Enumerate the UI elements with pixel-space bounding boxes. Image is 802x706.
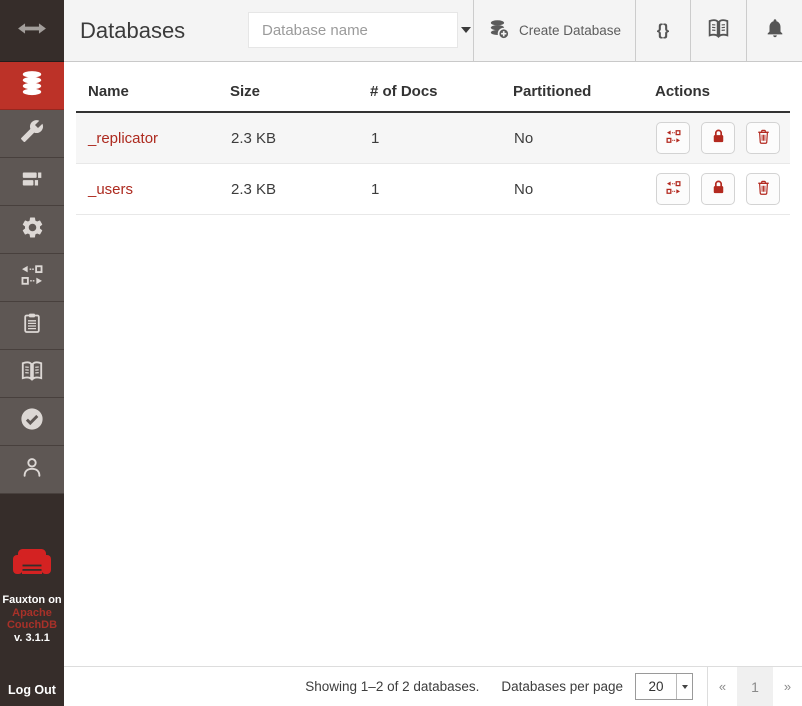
- per-page-value: 20: [636, 674, 676, 699]
- brand-text-apache: Apache: [0, 607, 64, 620]
- sidebar-item-verify[interactable]: [0, 398, 64, 446]
- set-permissions-button[interactable]: [701, 122, 735, 154]
- main-content: Name Size # of Docs Partitioned Actions …: [64, 62, 802, 666]
- table-row: _replicator 2.3 KB 1 No: [76, 112, 790, 164]
- create-database-button[interactable]: Create Database: [473, 0, 635, 61]
- set-permissions-button[interactable]: [701, 173, 735, 205]
- replicate-icon: [665, 179, 682, 199]
- per-page-label: Databases per page: [501, 679, 623, 694]
- db-name-cell: _users: [76, 164, 230, 215]
- sidebar-item-active-tasks-list[interactable]: [0, 302, 64, 350]
- page-footer: Showing 1–2 of 2 databases. Databases pe…: [64, 666, 802, 706]
- replication-icon: [19, 262, 45, 293]
- chevron-down-icon: [682, 685, 688, 689]
- select-caret-box[interactable]: [676, 674, 692, 699]
- db-docs-cell: 1: [370, 112, 513, 164]
- brand-text-fauxton: Fauxton on: [0, 594, 64, 607]
- db-partitioned-cell: No: [513, 112, 655, 164]
- sidebar-item-configuration[interactable]: [0, 206, 64, 254]
- sidebar-item-documentation[interactable]: [0, 350, 64, 398]
- lock-icon: [710, 179, 727, 199]
- db-partitioned-cell: No: [513, 164, 655, 215]
- database-name-combobox[interactable]: [248, 12, 458, 48]
- header-actions: Create Database {}: [473, 0, 802, 61]
- clipboard-icon: [20, 311, 44, 340]
- trash-icon: [755, 128, 772, 148]
- lock-icon: [710, 128, 727, 148]
- pagination-prev-button[interactable]: «: [708, 667, 737, 706]
- brand-text-couchdb: CouchDB: [0, 619, 64, 632]
- table-row: _users 2.3 KB 1 No: [76, 164, 790, 215]
- wrench-icon: [20, 119, 44, 148]
- database-link[interactable]: _replicator: [88, 130, 158, 147]
- table-header-row: Name Size # of Docs Partitioned Actions: [76, 62, 790, 112]
- check-circle-icon: [19, 406, 45, 437]
- pagination-page-1[interactable]: 1: [737, 667, 773, 706]
- sidebar-item-replication[interactable]: [0, 254, 64, 302]
- fauxton-brand[interactable]: Fauxton on Apache CouchDB v. 3.1.1: [0, 548, 64, 644]
- pagination: « 1 »: [707, 667, 802, 706]
- db-actions-cell: [655, 164, 790, 215]
- logout-button[interactable]: Log Out: [0, 683, 64, 697]
- sidebar-expand-toggle[interactable]: [0, 0, 64, 62]
- delete-database-button[interactable]: [746, 122, 780, 154]
- replicate-icon: [665, 128, 682, 148]
- col-header-partitioned: Partitioned: [513, 62, 655, 112]
- gear-icon: [20, 215, 45, 245]
- server-stack-icon: [19, 166, 45, 197]
- sidebar-item-active-tasks[interactable]: [0, 158, 64, 206]
- create-database-label: Create Database: [519, 23, 621, 38]
- db-size-cell: 2.3 KB: [230, 112, 370, 164]
- chevron-down-icon[interactable]: [461, 27, 471, 33]
- db-size-cell: 2.3 KB: [230, 164, 370, 215]
- db-name-cell: _replicator: [76, 112, 230, 164]
- create-database-icon: [488, 18, 510, 43]
- databases-table: Name Size # of Docs Partitioned Actions …: [76, 62, 790, 215]
- delete-database-button[interactable]: [746, 173, 780, 205]
- pagination-next-button[interactable]: »: [773, 667, 802, 706]
- database-icon: [19, 70, 45, 101]
- documentation-button[interactable]: [690, 0, 746, 61]
- page-title: Databases: [80, 18, 185, 44]
- sidebar-item-databases[interactable]: [0, 62, 64, 110]
- database-name-input[interactable]: [249, 22, 461, 39]
- db-actions-cell: [655, 112, 790, 164]
- book-icon: [706, 16, 731, 46]
- expand-icon: [17, 22, 47, 40]
- book-icon: [19, 358, 45, 389]
- notifications-button[interactable]: [746, 0, 802, 61]
- couch-logo: [0, 548, 64, 580]
- sidebar-item-account[interactable]: [0, 446, 64, 494]
- col-header-name: Name: [76, 62, 230, 112]
- brand-text-version: v. 3.1.1: [0, 632, 64, 645]
- json-view-button[interactable]: {}: [635, 0, 690, 61]
- sidebar-item-setup[interactable]: [0, 110, 64, 158]
- trash-icon: [755, 179, 772, 199]
- database-link[interactable]: _users: [88, 181, 133, 198]
- replicate-database-button[interactable]: [656, 122, 690, 154]
- bell-icon: [764, 17, 786, 44]
- replicate-database-button[interactable]: [656, 173, 690, 205]
- json-icon: {}: [657, 22, 669, 40]
- databases-per-page-select[interactable]: 20: [635, 673, 693, 700]
- results-summary: Showing 1–2 of 2 databases.: [305, 679, 479, 694]
- page-header: Databases Create Database {}: [64, 0, 802, 62]
- sidebar: Fauxton on Apache CouchDB v. 3.1.1 Log O…: [0, 0, 64, 706]
- col-header-docs: # of Docs: [370, 62, 513, 112]
- col-header-size: Size: [230, 62, 370, 112]
- user-icon: [20, 455, 44, 484]
- db-docs-cell: 1: [370, 164, 513, 215]
- col-header-actions: Actions: [655, 62, 790, 112]
